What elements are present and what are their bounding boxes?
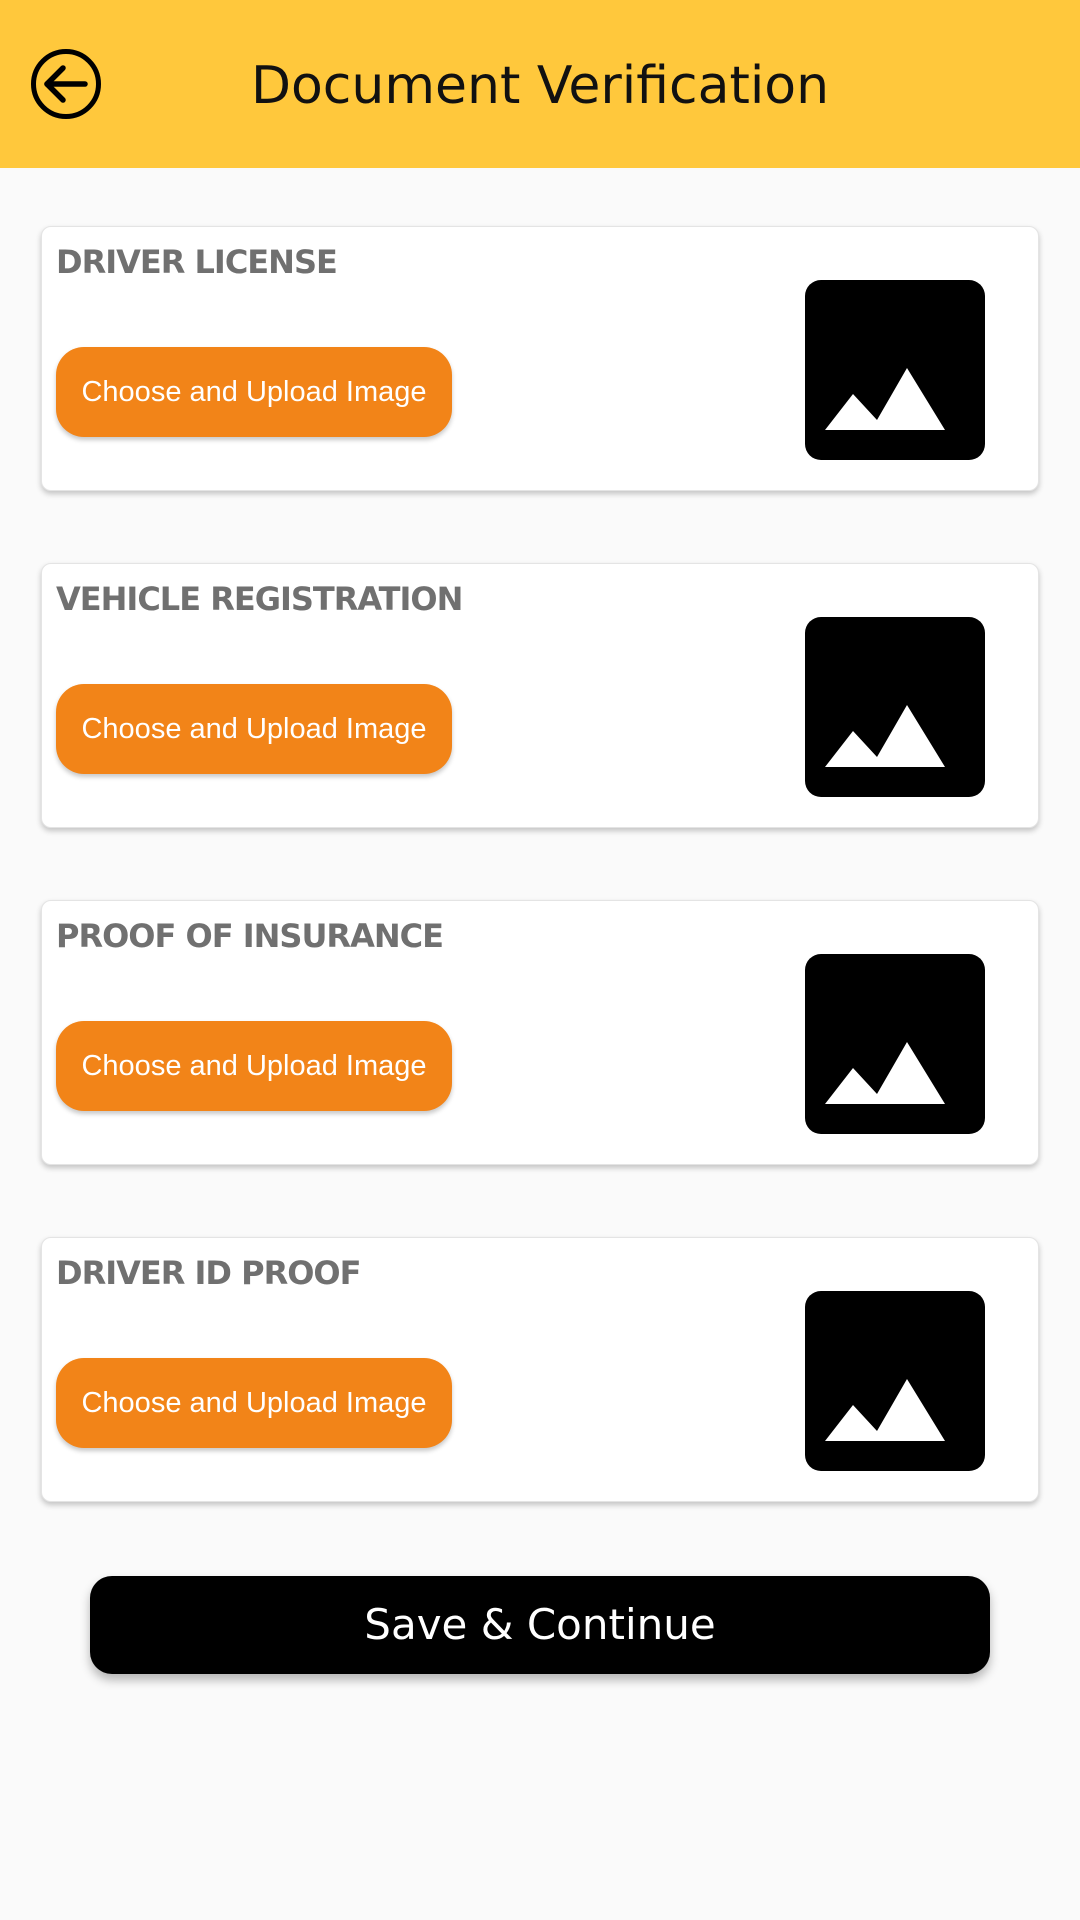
image-placeholder-icon — [805, 954, 985, 1134]
document-card-driver-id-proof: Driver ID Proof Choose and Upload Image — [41, 1237, 1039, 1502]
document-preview[interactable] — [805, 617, 985, 797]
document-title: Proof of Insurance — [56, 917, 444, 955]
document-preview[interactable] — [805, 1291, 985, 1471]
document-title: Vehicle Registration — [56, 580, 463, 618]
upload-image-button[interactable]: Choose and Upload Image — [56, 684, 452, 774]
page-title: Document Verification — [250, 56, 830, 116]
document-preview[interactable] — [805, 954, 985, 1134]
document-card-driver-license: Driver License Choose and Upload Image — [41, 226, 1039, 491]
image-placeholder-icon — [805, 617, 985, 797]
upload-image-button[interactable]: Choose and Upload Image — [56, 1021, 452, 1111]
image-placeholder-icon — [805, 280, 985, 460]
document-title: Driver License — [56, 243, 338, 281]
document-card-vehicle-registration: Vehicle Registration Choose and Upload I… — [41, 563, 1039, 828]
save-continue-button[interactable]: Save & Continue — [90, 1576, 990, 1674]
document-title: Driver ID Proof — [56, 1254, 361, 1292]
document-preview[interactable] — [805, 280, 985, 460]
arrow-left-circle-icon — [31, 49, 101, 119]
image-placeholder-icon — [805, 1291, 985, 1471]
document-card-proof-of-insurance: Proof of Insurance Choose and Upload Ima… — [41, 900, 1039, 1165]
upload-image-button[interactable]: Choose and Upload Image — [56, 1358, 452, 1448]
app-bar: Document Verification — [0, 0, 1080, 168]
back-button[interactable] — [30, 48, 102, 120]
upload-image-button[interactable]: Choose and Upload Image — [56, 347, 452, 437]
